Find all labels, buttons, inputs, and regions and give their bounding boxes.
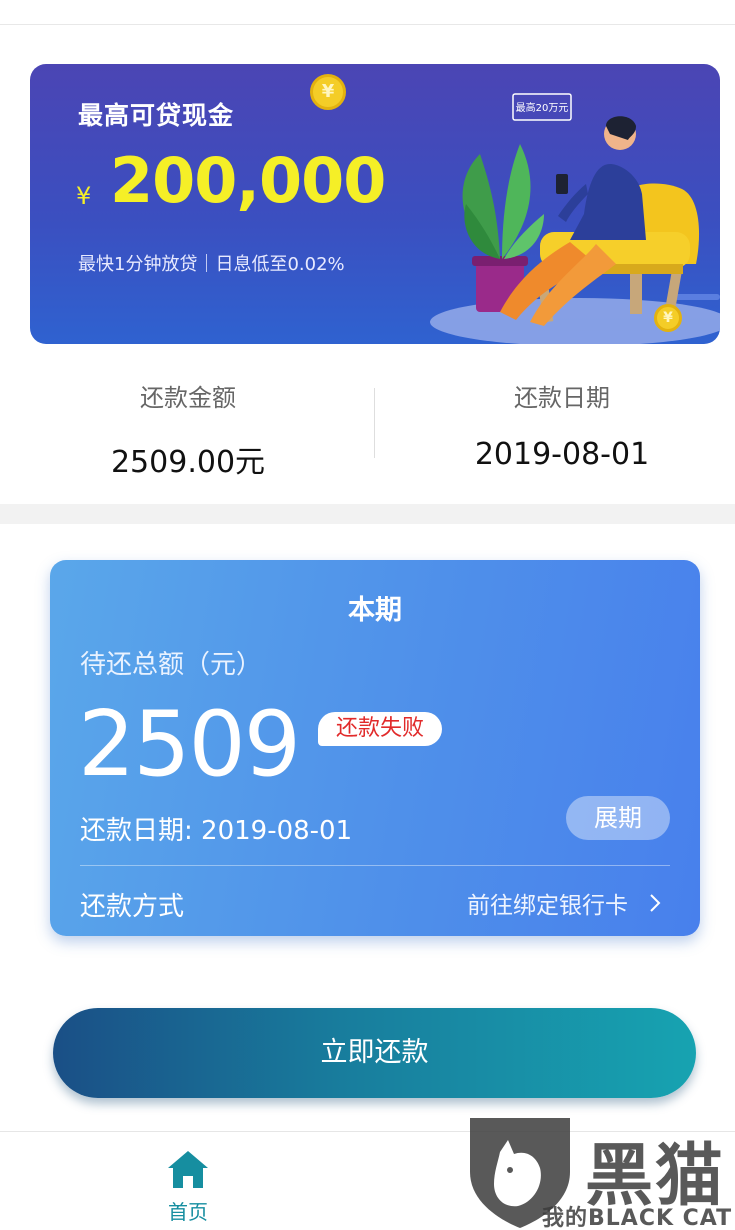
top-divider bbox=[0, 24, 735, 25]
card-divider bbox=[80, 865, 670, 866]
amount-summary: 还款金额 2509.00元 bbox=[88, 378, 288, 481]
total-due-amount: 2509 bbox=[78, 692, 301, 797]
person-on-sofa-illustration: 最高20万元 bbox=[430, 93, 720, 344]
bind-bank-card-link[interactable]: 前往绑定银行卡 bbox=[467, 886, 666, 920]
banner-title: 最高可贷现金 bbox=[78, 101, 235, 130]
home-icon bbox=[168, 1151, 208, 1188]
coin-icon: ¥ bbox=[310, 74, 346, 110]
tab-home-label: 首页 bbox=[168, 1200, 208, 1224]
bind-bank-card-text: 前往绑定银行卡 bbox=[467, 893, 628, 919]
tab-home[interactable]: 首页 bbox=[150, 1148, 226, 1225]
date-summary: 还款日期 2019-08-01 bbox=[462, 378, 662, 472]
section-separator bbox=[0, 504, 735, 524]
repayment-summary: 还款金额 2509.00元 还款日期 2019-08-01 bbox=[0, 360, 735, 500]
loan-promo-banner[interactable]: 最高可贷现金 ¥ 200,000 最快1分钟放贷｜日息低至0.02% ¥ 最高2… bbox=[30, 64, 720, 344]
status-badge: 还款失败 bbox=[318, 712, 443, 746]
chevron-right-icon bbox=[650, 894, 661, 912]
total-due-label: 待还总额（元） bbox=[80, 650, 263, 680]
amount-value: 2509.00元 bbox=[110, 445, 266, 480]
banner-subtitle: 最快1分钟放贷｜日息低至0.02% bbox=[78, 254, 345, 275]
summary-divider bbox=[374, 388, 375, 458]
extend-button[interactable]: 展期 bbox=[566, 796, 670, 840]
coin-icon-small: ¥ bbox=[654, 304, 682, 332]
blackcat-watermark: 黑猫 我的BLACK CAT bbox=[460, 1112, 735, 1230]
repay-now-button[interactable]: 立即还款 bbox=[53, 1008, 696, 1098]
currency-symbol: ¥ bbox=[76, 182, 92, 210]
bubble-text: 最高20万元 bbox=[516, 101, 569, 114]
card-title: 本期 bbox=[348, 595, 402, 626]
current-period-card: 本期 待还总额（元） 2509 还款失败 还款日期: 2019-08-01 展期… bbox=[50, 560, 700, 936]
date-value: 2019-08-01 bbox=[474, 437, 650, 472]
date-label: 还款日期 bbox=[514, 384, 610, 412]
due-date: 还款日期: 2019-08-01 bbox=[80, 816, 353, 846]
amount-label: 还款金额 bbox=[140, 384, 236, 412]
watermark-en-text: 我的BLACK CAT bbox=[542, 1206, 733, 1230]
payment-method-label: 还款方式 bbox=[80, 892, 185, 922]
banner-max-amount: 200,000 bbox=[110, 144, 386, 217]
